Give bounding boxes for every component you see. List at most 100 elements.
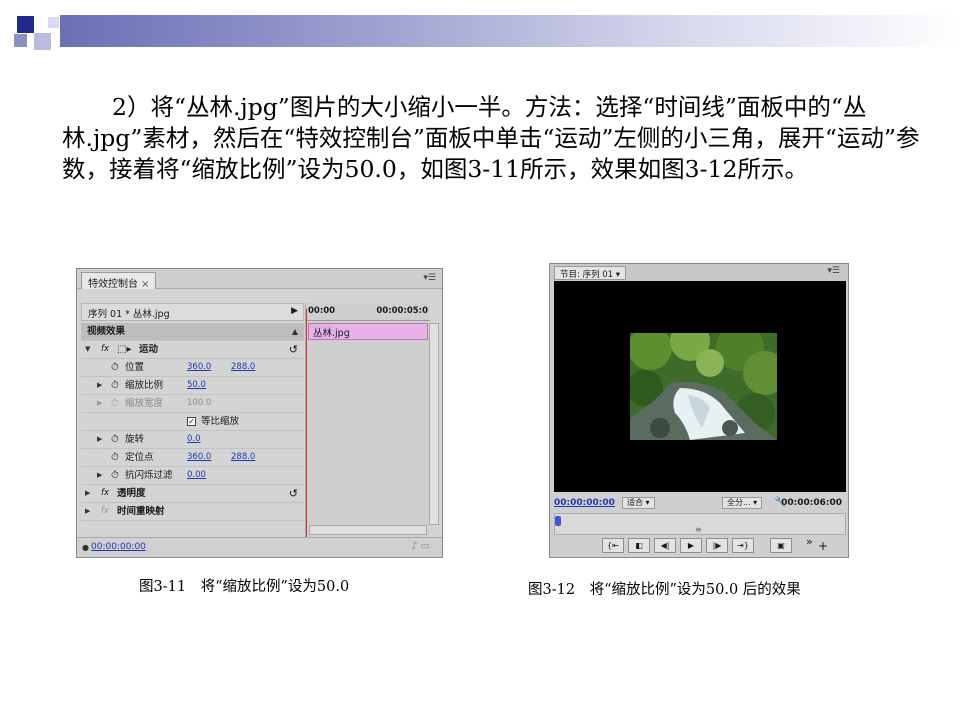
more-icon[interactable]: » — [806, 535, 813, 548]
panel-menu-icon[interactable]: ▾☰ — [827, 266, 840, 276]
program-monitor-panel: 节目: 序列 01 ▾ ▾☰ 00:00:00:00 适合 ▾ 全分... ▾ … — [549, 263, 849, 558]
program-duration: 00:00:06:00 — [781, 498, 842, 508]
export-frame-icon[interactable]: ▣ — [770, 538, 792, 553]
disclosure-triangle-icon[interactable]: ▶ — [97, 377, 102, 394]
disclosure-triangle-icon: ▶ — [97, 399, 103, 407]
add-button-icon[interactable]: + — [818, 539, 828, 553]
waterfall-picture — [630, 333, 777, 440]
motion-transform-icon: ⬚▸ — [117, 344, 132, 355]
stopwatch-icon[interactable]: ⏱ — [111, 467, 119, 484]
ruler-start-time: 00:00 — [308, 306, 336, 316]
timeline-dot-icon: ● — [82, 543, 89, 552]
effect-controls-footer: ● 00:00:00:00 ♪ ▭ — [77, 537, 442, 557]
header-square-navy — [17, 16, 34, 33]
time-remap-label: 时间重映射 — [117, 506, 165, 517]
playback-icons[interactable]: ♪ ▭ — [411, 541, 430, 552]
scale-width-value: 100.0 — [187, 398, 212, 408]
step-back-icon[interactable]: ◀| — [654, 538, 676, 553]
ruler-grip-icon[interactable]: ≡ — [695, 525, 702, 534]
program-ruler[interactable]: ≡ — [554, 513, 846, 535]
mark-out-icon[interactable]: ⇥} — [732, 538, 754, 553]
video-effects-label: 视频效果 — [87, 326, 126, 337]
tab-program-monitor[interactable]: 节目: 序列 01 ▾ — [554, 266, 627, 280]
rotation-value[interactable]: 0.0 — [187, 431, 201, 448]
video-effects-header: 视频效果 ▲ — [81, 323, 304, 341]
time-remap-row[interactable]: ▶ fx 时间重映射 — [81, 503, 304, 521]
sequence-label-row: 序列 01 * 丛林.jpg ▶ — [81, 303, 304, 321]
scale-label: 缩放比例 — [125, 380, 164, 391]
header-bar — [60, 15, 960, 47]
header-square-gray — [14, 34, 27, 47]
panel-menu-icon[interactable]: ▾☰ — [423, 273, 436, 283]
program-time-bar: 00:00:00:00 适合 ▾ 全分... ▾ 🔧 00:00:06:00 — [554, 495, 846, 511]
scale-value[interactable]: 50.0 — [187, 377, 206, 394]
effect-controls-tab-row: 特效控制台 × ▾☰ — [77, 269, 442, 290]
quality-select[interactable]: 全分... ▾ — [722, 497, 763, 509]
current-time[interactable]: 00:00:00:00 — [91, 542, 146, 552]
caption-figure-3-11: 图3-11 将“缩放比例”设为50.0 — [139, 579, 350, 595]
program-timecode[interactable]: 00:00:00:00 — [554, 498, 615, 508]
mark-in-icon[interactable]: {⇤ — [602, 538, 624, 553]
sequence-label: 序列 01 * 丛林.jpg — [88, 309, 170, 320]
step-forward-icon[interactable]: |▶ — [706, 538, 728, 553]
header-square-light — [34, 33, 51, 50]
horizontal-scrollbar[interactable] — [309, 525, 427, 535]
scale-width-label: 缩放宽度 — [125, 398, 164, 409]
marker-icon[interactable]: ◧ — [628, 538, 650, 553]
anchor-x-value[interactable]: 360.0 — [187, 449, 211, 466]
timeline-ruler[interactable]: 00:00 00:00:05:0 — [306, 303, 430, 321]
clip-bar[interactable]: 丛林.jpg — [308, 323, 428, 340]
playhead-marker[interactable] — [555, 516, 561, 526]
play-icon[interactable]: ▶ — [680, 538, 702, 553]
disclosure-triangle-icon[interactable]: ▶ — [97, 467, 102, 484]
reset-icon[interactable]: ↺ — [289, 341, 298, 358]
video-preview — [554, 281, 846, 492]
vertical-scrollbar[interactable] — [429, 323, 439, 525]
position-label: 位置 — [125, 362, 145, 373]
fx-icon[interactable]: fx — [101, 485, 109, 502]
motion-label: 运动 — [139, 344, 159, 355]
position-x-value[interactable]: 360.0 — [187, 359, 211, 376]
transport-controls: {⇤ ◧ ◀| ▶ |▶ ⇥} ▣ » + — [554, 535, 846, 555]
body-paragraph-text: 2）将“丛林.jpg”图片的大小缩小一半。方法：选择“时间线”面板中的“丛林.j… — [62, 93, 920, 183]
stopwatch-icon[interactable]: ⏱ — [111, 359, 119, 376]
stopwatch-icon[interactable]: ⏱ — [111, 377, 119, 394]
uniform-scale-label: 等比缩放 — [201, 416, 240, 427]
collapse-icon[interactable]: ▲ — [292, 323, 298, 340]
fit-select[interactable]: 适合 ▾ — [622, 497, 655, 509]
disclosure-triangle-icon[interactable]: ▼ — [85, 341, 90, 358]
anchor-label: 定位点 — [125, 452, 154, 463]
reset-icon[interactable]: ↺ — [289, 485, 298, 502]
motion-row[interactable]: ▼ fx ⬚▸ 运动 ↺ — [81, 341, 304, 359]
rotation-row: ▶ ⏱ 旋转 0.0 — [81, 431, 304, 449]
stopwatch-icon[interactable]: ⏱ — [111, 449, 119, 466]
playhead[interactable] — [306, 309, 307, 544]
antiflicker-label: 抗闪烁过滤 — [125, 470, 173, 481]
disclosure-triangle-icon[interactable]: ▶ — [97, 431, 102, 448]
close-icon[interactable]: × — [141, 279, 149, 290]
jungle-image — [630, 333, 777, 440]
antiflicker-row: ▶ ⏱ 抗闪烁过滤 0.00 — [81, 467, 304, 485]
anchor-y-value[interactable]: 288.0 — [231, 449, 255, 466]
caption-figure-3-12: 图3-12 将“缩放比例”设为50.0 后的效果 — [528, 582, 801, 598]
stopwatch-icon[interactable]: ⏱ — [111, 431, 119, 448]
stopwatch-icon: ⏱ — [111, 398, 119, 409]
fx-icon[interactable]: fx — [101, 341, 109, 358]
tab-effect-controls[interactable]: 特效控制台 × — [81, 272, 157, 290]
rotation-label: 旋转 — [125, 434, 145, 445]
antiflicker-value[interactable]: 0.00 — [187, 467, 206, 484]
scale-row: ▶ ⏱ 缩放比例 50.0 — [81, 377, 304, 395]
scale-width-row: ▶ ⏱ 缩放宽度 100.0 — [81, 395, 304, 413]
clip-name: 丛林.jpg — [313, 328, 350, 339]
opacity-label: 透明度 — [117, 488, 146, 499]
fx-icon: fx — [101, 506, 110, 516]
disclosure-triangle-icon[interactable]: ▶ — [85, 485, 90, 502]
program-tab-row: 节目: 序列 01 ▾ ▾☰ — [550, 264, 848, 281]
opacity-row[interactable]: ▶ fx 透明度 ↺ — [81, 485, 304, 503]
uniform-scale-checkbox[interactable]: ✓ — [187, 417, 196, 426]
expand-arrow-icon[interactable]: ▶ — [291, 306, 298, 316]
position-y-value[interactable]: 288.0 — [231, 359, 255, 376]
effect-controls-panel: 特效控制台 × ▾☰ 序列 01 * 丛林.jpg ▶ 视频效果 ▲ ▼ fx ⬚… — [76, 268, 443, 558]
effect-timeline: 00:00 00:00:05:0 丛林.jpg — [305, 303, 430, 541]
disclosure-triangle-icon[interactable]: ▶ — [85, 503, 90, 520]
